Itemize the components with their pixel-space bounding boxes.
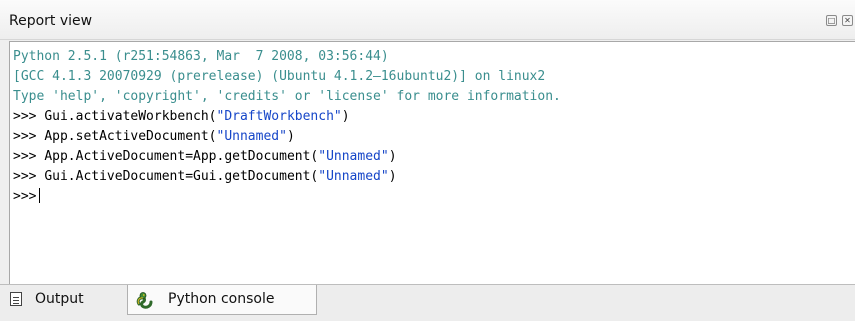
- string-literal: "DraftWorkbench": [216, 109, 342, 124]
- string-literal: "Unnamed": [318, 169, 389, 184]
- tab-output[interactable]: Output: [8, 285, 126, 315]
- python-icon: [136, 291, 154, 309]
- console-command-line: >>> Gui.ActiveDocument=Gui.getDocument("…: [13, 168, 397, 186]
- document-icon: [10, 292, 22, 306]
- tab-label: Python console: [168, 291, 275, 307]
- console-banner-line: Python 2.5.1 (r251:54863, Mar 7 2008, 03…: [13, 49, 389, 64]
- console-command-line: >>> Gui.activateWorkbench("DraftWorkbenc…: [13, 108, 350, 126]
- command-text: Gui.ActiveDocument=Gui.getDocument(: [44, 169, 319, 184]
- tab-python-console[interactable]: Python console: [127, 285, 317, 315]
- command-text: App.ActiveDocument=App.getDocument(: [44, 149, 319, 164]
- close-icon[interactable]: ✕: [842, 15, 853, 26]
- console-banner-line: Type 'help', 'copyright', 'credits' or '…: [13, 89, 561, 104]
- console-input-line[interactable]: >>>: [13, 188, 41, 206]
- command-text: ): [341, 109, 350, 124]
- console-command-line: >>> App.setActiveDocument("Unnamed"): [13, 128, 295, 146]
- string-literal: "Unnamed": [216, 129, 287, 144]
- panel-titlebar[interactable]: Report view □ ✕: [0, 0, 855, 40]
- command-text: Gui.activateWorkbench(: [44, 109, 217, 124]
- tab-bar: Output Python console: [0, 284, 855, 321]
- text-cursor: [39, 188, 41, 203]
- report-view-panel: Report view □ ✕ Python 2.5.1 (r251:54863…: [0, 0, 855, 321]
- command-text: ): [388, 169, 397, 184]
- command-text: ): [286, 129, 295, 144]
- string-literal: "Unnamed": [318, 149, 389, 164]
- restore-icon[interactable]: □: [826, 15, 837, 26]
- tab-label: Output: [35, 291, 84, 307]
- console-prompt: >>>: [13, 189, 37, 204]
- command-text: ): [388, 149, 397, 164]
- console-prompt: >>>: [13, 169, 45, 184]
- console-command-line: >>> App.ActiveDocument=App.getDocument("…: [13, 148, 397, 166]
- panel-title: Report view: [9, 13, 93, 29]
- console-prompt: >>>: [13, 109, 45, 124]
- console-prompt: >>>: [13, 129, 45, 144]
- console-banner-line: [GCC 4.1.3 20070929 (prerelease) (Ubuntu…: [13, 69, 546, 84]
- console-prompt: >>>: [13, 149, 45, 164]
- command-text: App.setActiveDocument(: [44, 129, 217, 144]
- python-console[interactable]: Python 2.5.1 (r251:54863, Mar 7 2008, 03…: [9, 41, 855, 284]
